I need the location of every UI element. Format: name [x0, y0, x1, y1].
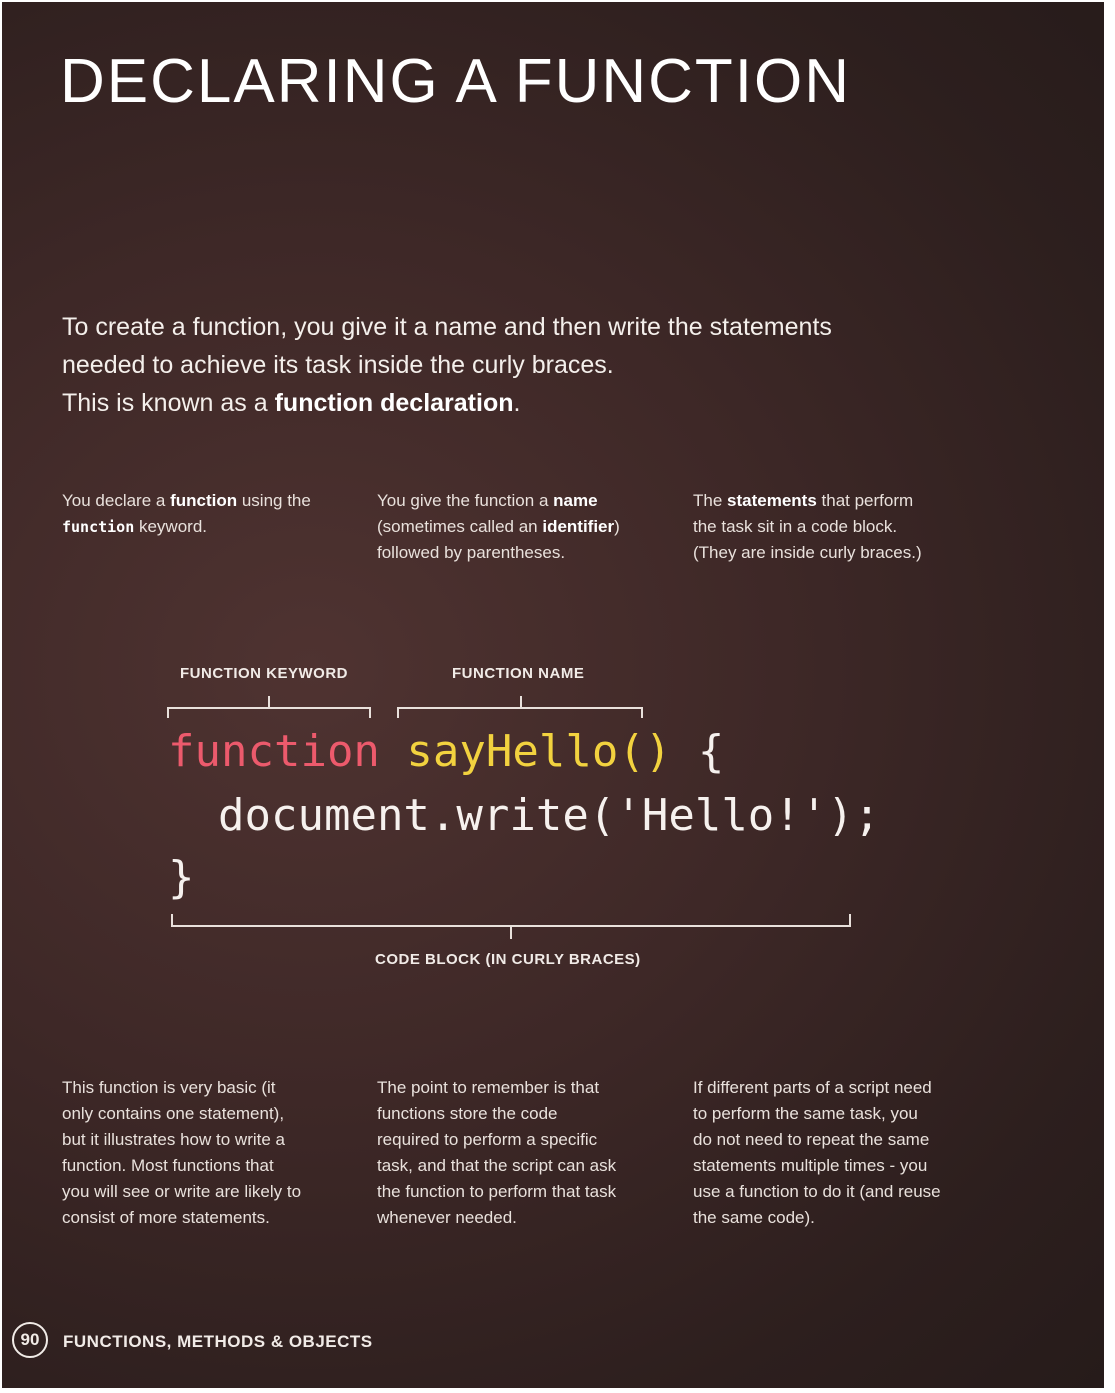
code-line-declaration: function sayHello() {	[168, 722, 724, 782]
bracket-code-block	[171, 914, 851, 939]
note-reuse: If different parts of a script need to p…	[693, 1078, 941, 1227]
code-keyword: function	[168, 726, 380, 777]
label-code-block: CODE BLOCK (IN CURLY BRACES)	[375, 951, 641, 968]
code-function-name: sayHello()	[406, 726, 672, 777]
book-page: DECLARING A FUNCTION To create a functio…	[2, 2, 1104, 1388]
section-title: FUNCTIONS, METHODS & OBJECTS	[63, 1332, 373, 1351]
note-basic-function: This function is very basic (it only con…	[62, 1078, 302, 1227]
code-open-brace: {	[671, 726, 725, 777]
page-number-badge: 90	[12, 1322, 48, 1358]
code-close-brace: }	[168, 852, 195, 903]
bracket-function-keyword	[167, 696, 371, 718]
note-point-to-remember: The point to remember is that functions …	[377, 1078, 617, 1227]
bracket-function-name	[397, 696, 643, 718]
code-line-body: document.write('Hello!');	[218, 790, 881, 841]
page-number: 90	[20, 1330, 40, 1349]
